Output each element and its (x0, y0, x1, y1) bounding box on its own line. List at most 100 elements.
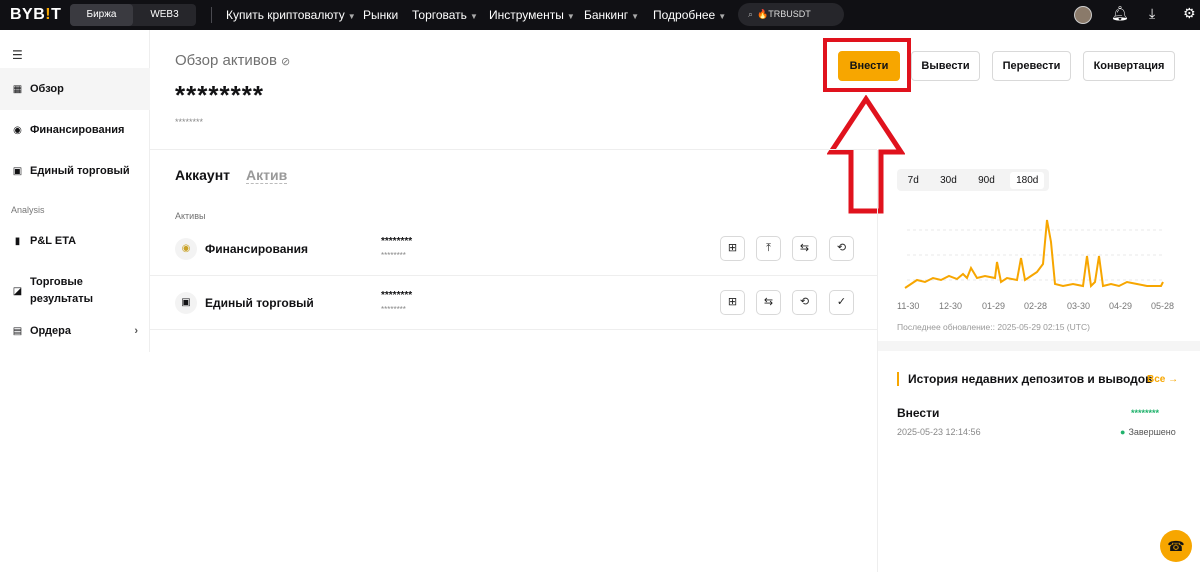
nav-markets[interactable]: Рынки (363, 8, 398, 22)
x-tick-label: 02-28 (1024, 301, 1048, 311)
sidebar-section-label: Analysis (11, 205, 45, 215)
nav-buy-crypto[interactable]: Купить криптовалюту ▼ (226, 8, 356, 22)
chevron-right-icon: › (134, 325, 138, 337)
sidebar-item-orders[interactable]: ▤ Ордера › (0, 310, 150, 352)
tab-account[interactable]: Аккаунт (175, 167, 230, 183)
last-updated: Последнее обновление:: 2025-05-29 02:15 … (897, 322, 1090, 332)
convert-button[interactable]: Конвертация (1083, 51, 1175, 81)
eye-off-icon[interactable]: ⊘ (281, 56, 290, 68)
view-all-link[interactable]: Все → (1147, 374, 1178, 385)
collapse-menu-icon[interactable]: ☰ (12, 48, 23, 62)
x-tick-label: 12-30 (939, 301, 963, 311)
check-circle-icon[interactable]: ✓ (829, 290, 854, 315)
sidebar-item-label: Финансирования (30, 124, 125, 136)
tab-asset[interactable]: Актив (246, 167, 288, 184)
status-badge: ● Завершено (1120, 427, 1176, 437)
nav-tools[interactable]: Инструменты ▼ (489, 8, 575, 22)
x-tick-label: 01-29 (982, 301, 1006, 311)
account-value: ******** (381, 236, 413, 247)
chevron-down-icon: ▼ (631, 12, 640, 21)
logo-text-end: T (51, 6, 62, 23)
download-icon[interactable]: ⤓ (1149, 5, 1155, 22)
bar-chart-icon: ▮ (14, 235, 21, 247)
search-value: TRBUSDT (768, 9, 811, 19)
tab-exchange[interactable]: Биржа (70, 4, 133, 26)
page-title: Обзор активов ⊘ (175, 52, 290, 69)
divider (211, 7, 212, 23)
x-tick-label: 04-29 (1109, 301, 1133, 311)
avatar[interactable] (1074, 6, 1092, 24)
top-navbar: BYB!T Биржа WEB3 Купить криптовалюту ▼ Ры… (0, 0, 1200, 30)
account-value: ******** (381, 290, 413, 301)
chevron-down-icon: ▼ (566, 12, 575, 21)
deposit-icon[interactable]: ⊞ (720, 290, 745, 315)
tab-web3[interactable]: WEB3 (133, 4, 196, 26)
wallet-icon: ▣ (12, 165, 23, 177)
support-chat-button[interactable]: ☎ (1160, 530, 1192, 562)
bell-icon[interactable]: 🔔︎ (1111, 5, 1129, 22)
account-name[interactable]: Финансирования (205, 242, 308, 256)
page-title-text: Обзор активов (175, 52, 277, 69)
table-row: ◉ Финансирования ******** ******** ⊞ ⤒ ⇆… (150, 222, 877, 276)
search-input[interactable]: ⌕ 🔥TRBUSDT (738, 3, 844, 26)
nav-label: Подробнее (653, 8, 716, 22)
x-tick-label: 11-30 (897, 301, 920, 311)
view-all-label: Все (1147, 374, 1166, 385)
period-90d[interactable]: 90d (972, 172, 1001, 189)
nav-label: Рынки (363, 8, 399, 22)
transfer-button[interactable]: Перевести (992, 51, 1071, 81)
divider (150, 149, 877, 150)
transfer-icon[interactable]: ⇆ (756, 290, 781, 315)
x-tick-label: 03-30 (1067, 301, 1091, 311)
assets-label: Активы (175, 211, 206, 221)
x-tick-label: 05-28 (1151, 301, 1175, 311)
period-30d[interactable]: 30d (934, 172, 963, 189)
history-item-date: 2025-05-23 12:14:56 (897, 427, 981, 437)
total-balance-sub: ******** (175, 117, 204, 127)
period-180d[interactable]: 180d (1010, 171, 1045, 189)
grid-icon: ▦ (12, 83, 23, 95)
sidebar-item-overview[interactable]: ▦ Обзор (0, 68, 150, 110)
sidebar: ☰ ▦ Обзор ◉ Финансирования ▣ Единый торговы… (0, 30, 150, 352)
period-7d[interactable]: 7d (902, 172, 925, 189)
sidebar-item-pnl[interactable]: ▮ P&L ETA (0, 220, 150, 262)
nav-label: Купить криптовалюту (226, 8, 345, 22)
sidebar-item-label: Торговые результаты (30, 276, 94, 305)
table-row: ▣ Единый торговый ******** ******** ⊞ ⇆ … (150, 276, 877, 330)
headset-icon: ☎ (1167, 538, 1185, 554)
search-icon: ⌕ (748, 9, 754, 19)
chevron-down-icon: ▼ (347, 12, 356, 21)
chart-box-icon: ◪ (12, 285, 23, 297)
account-value-sub: ******** (381, 251, 406, 260)
sidebar-item-label: P&L ETA (30, 235, 77, 247)
coin-icon: ◉ (13, 124, 22, 136)
account-tabs: Аккаунт Актив (175, 167, 288, 184)
divider (150, 329, 877, 330)
history-title: История недавних депозитов и выводов (897, 372, 1152, 386)
transfer-icon[interactable]: ⇆ (792, 236, 817, 261)
convert-icon[interactable]: ⟲ (792, 290, 817, 315)
nav-trade[interactable]: Торговать ▼ (412, 8, 478, 22)
nav-label: Инструменты (489, 8, 564, 22)
nav-more[interactable]: Подробнее ▼ (653, 8, 726, 22)
convert-icon[interactable]: ⟲ (829, 236, 854, 261)
period-selector: 7d 30d 90d 180d (897, 169, 1049, 191)
chevron-down-icon: ▼ (469, 12, 478, 21)
upload-icon[interactable]: ⤒ (756, 236, 781, 261)
balance-chart (904, 219, 1164, 289)
history-item-type: Внести (897, 406, 940, 420)
withdraw-button[interactable]: Вывести (911, 51, 980, 81)
sidebar-item-label: Единый торговый (30, 165, 130, 177)
document-icon: ▤ (12, 325, 23, 337)
sidebar-item-funding[interactable]: ◉ Финансирования (0, 109, 150, 151)
sidebar-item-label: Обзор (30, 83, 64, 95)
account-name[interactable]: Единый торговый (205, 296, 314, 310)
divider (878, 341, 1200, 351)
account-value-sub: ******** (381, 305, 406, 314)
sidebar-item-unified[interactable]: ▣ Единый торговый (0, 150, 150, 192)
settings-icon[interactable]: ⚙ (1183, 5, 1196, 22)
bybit-logo[interactable]: BYB!T (10, 6, 61, 24)
arrow-right-icon: → (1168, 374, 1179, 385)
deposit-icon[interactable]: ⊞ (720, 236, 745, 261)
nav-banking[interactable]: Банкинг ▼ (584, 8, 639, 22)
